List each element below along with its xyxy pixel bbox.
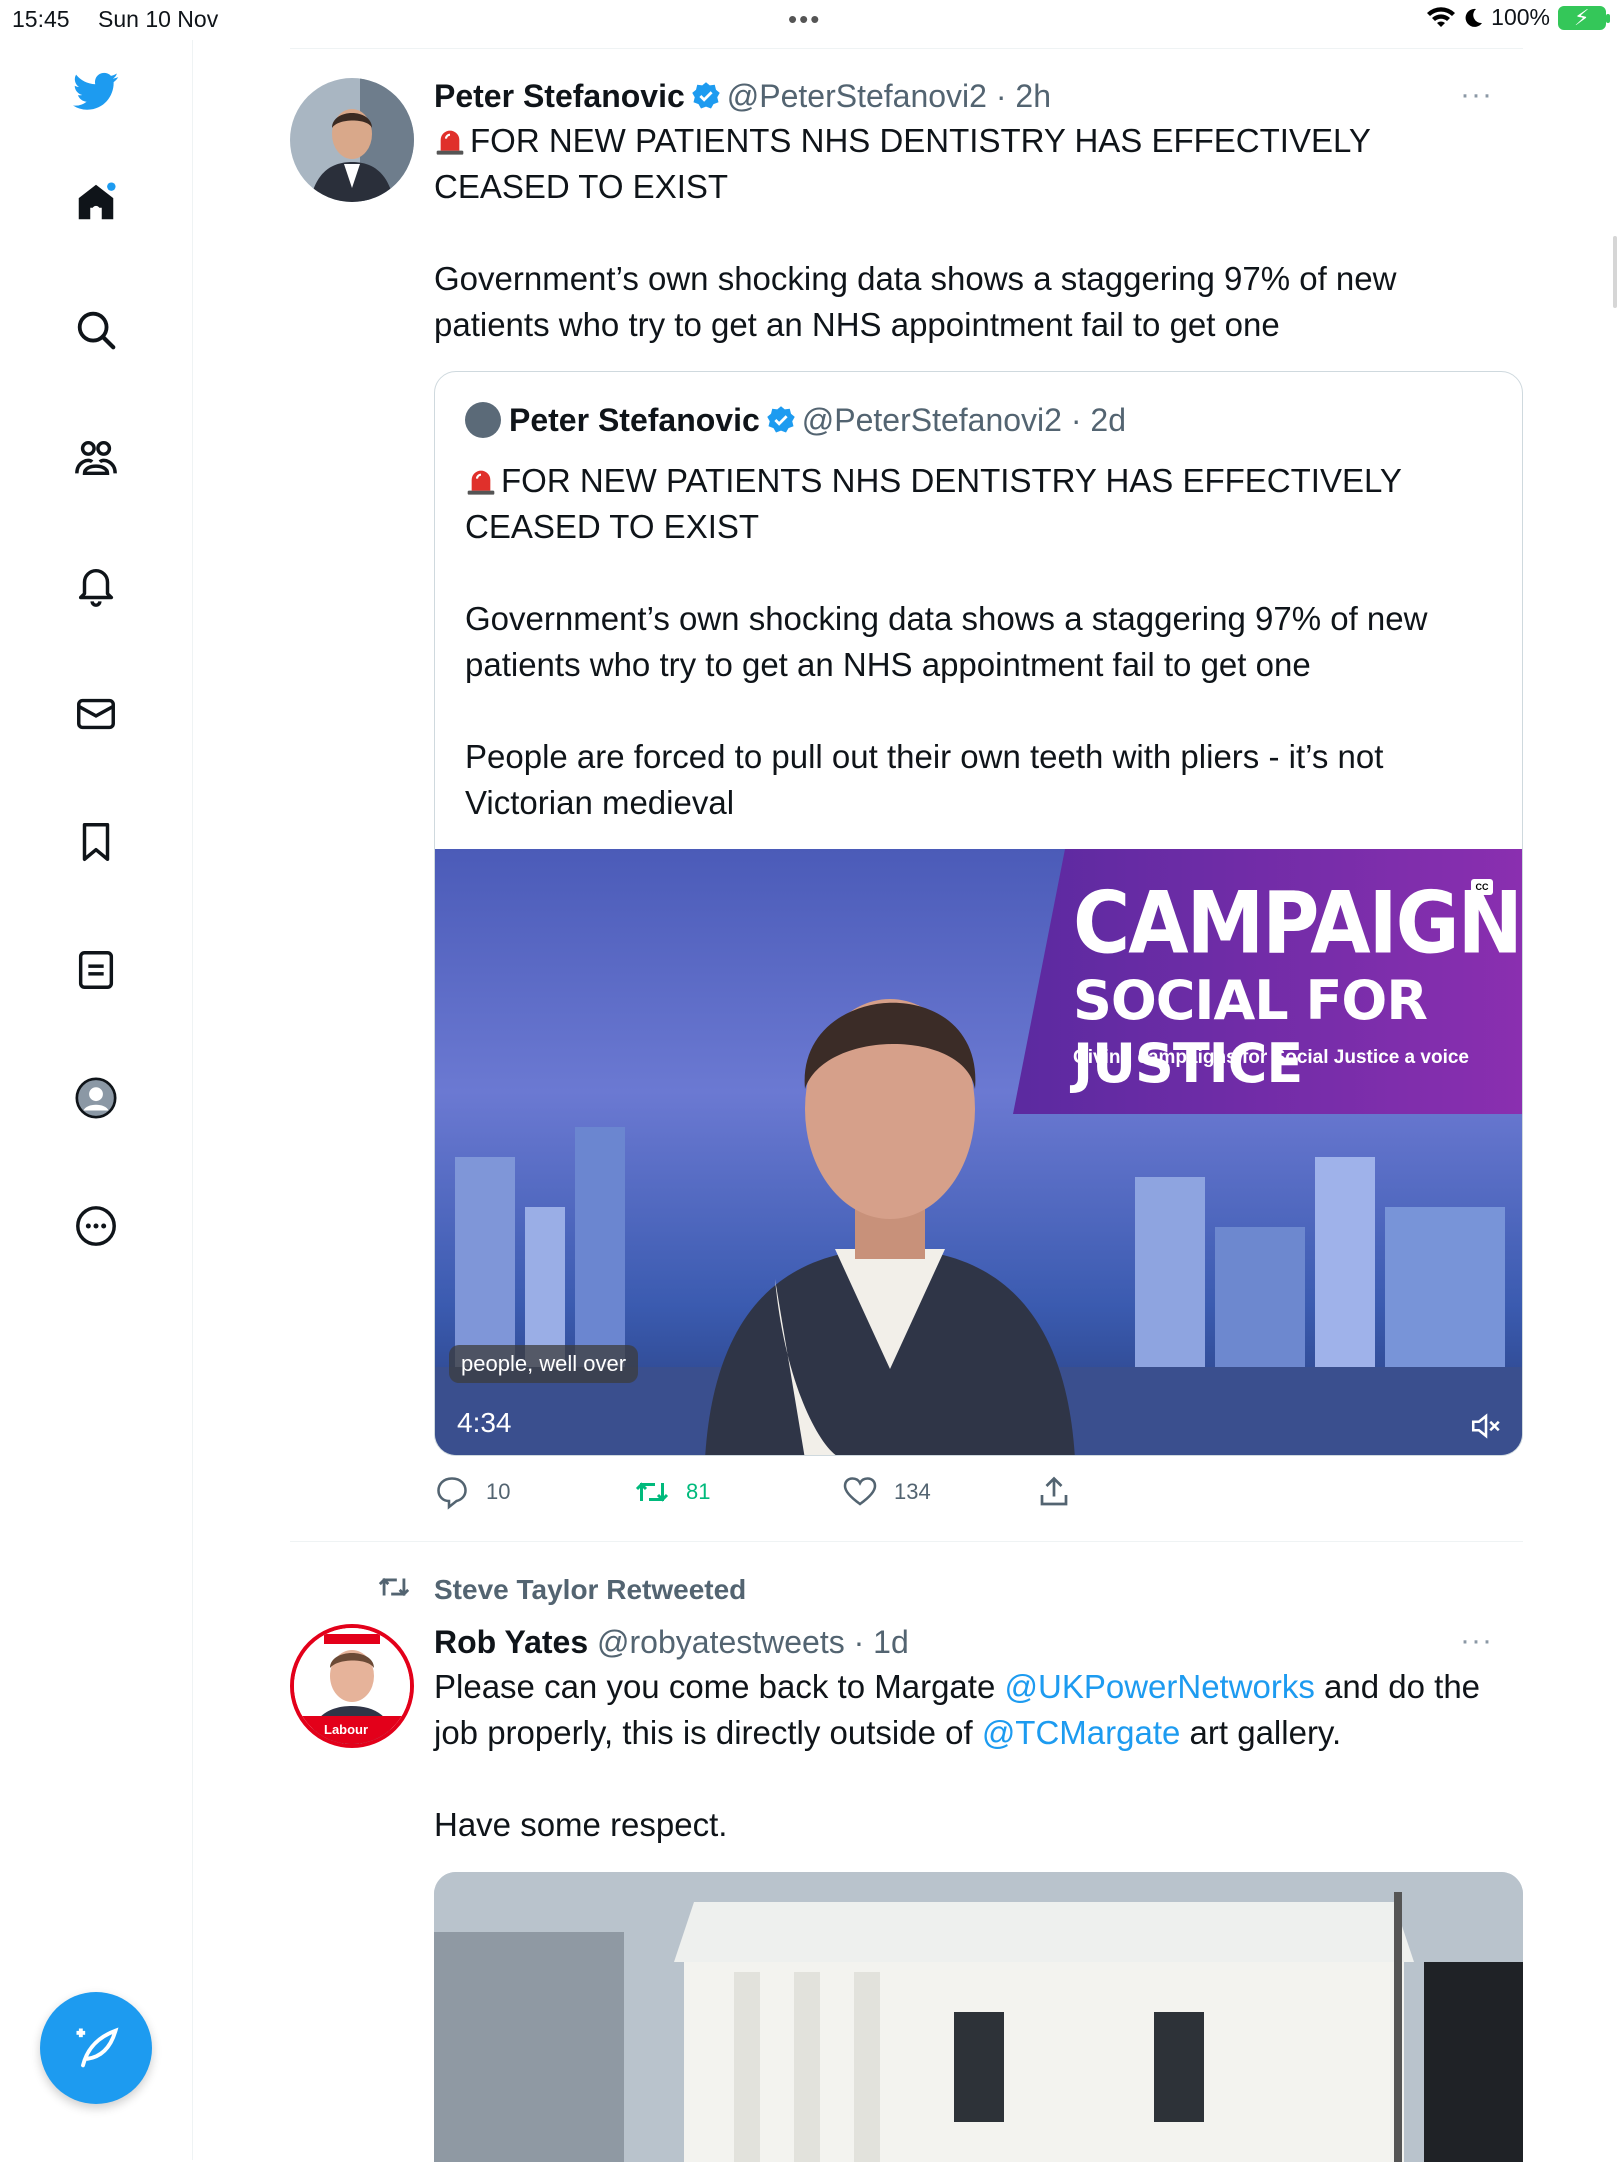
video-player[interactable]: CAMPAIGN SOCIAL FOR JUSTICE Giving campa… [435, 849, 1522, 1455]
messages-envelope-icon[interactable] [70, 688, 122, 740]
status-time: 15:45 [12, 6, 70, 32]
search-icon[interactable] [70, 304, 122, 356]
tweet-text-part-a: Please can you come back to Margate [434, 1668, 1005, 1705]
quote-text-p3: People are forced to pull out their own … [465, 738, 1384, 821]
banner-tagline: Giving campaigns for Social Justice a vo… [1073, 1047, 1469, 1068]
tweet-text: FOR NEW PATIENTS NHS DENTISTRY HAS EFFEC… [434, 118, 1504, 348]
quote-text: FOR NEW PATIENTS NHS DENTISTRY HAS EFFEC… [465, 458, 1495, 872]
reply-icon [437, 1477, 467, 1510]
retweet-button[interactable]: 81 [634, 1474, 710, 1510]
mention-tcmargate[interactable]: @TCMargate [982, 1714, 1181, 1751]
status-date: Sun 10 Nov [98, 6, 219, 32]
author-name[interactable]: Peter Stefanovic [434, 78, 685, 114]
tweet-time[interactable]: · 1d [854, 1624, 909, 1660]
quote-text-p1: FOR NEW PATIENTS NHS DENTISTRY HAS EFFEC… [465, 462, 1402, 545]
moon-icon [1465, 8, 1483, 27]
reply-button[interactable]: 10 [434, 1474, 510, 1510]
share-icon [1040, 1476, 1068, 1506]
quote-text-p2: Government’s own shocking data shows a s… [465, 600, 1428, 683]
battery-percent: 100% [1491, 4, 1550, 30]
retweet-count: 81 [686, 1479, 711, 1504]
tweet-header: Rob Yates @robyatestweets · 1d [434, 1624, 909, 1661]
lists-icon[interactable] [70, 944, 122, 996]
author-handle[interactable]: @PeterStefanovi2 [727, 78, 987, 114]
avatar[interactable]: Labour [290, 1624, 414, 1748]
author-name[interactable]: Rob Yates [434, 1624, 588, 1660]
compose-tweet-button[interactable] [40, 1992, 152, 2104]
avatar[interactable] [290, 78, 414, 202]
quote-author-handle: @PeterStefanovi2 [801, 402, 1062, 438]
tweet-time[interactable]: · 2h [996, 78, 1051, 114]
tweet-text-line2: Government’s own shocking data shows a s… [434, 260, 1397, 343]
tweet-text-line1: FOR NEW PATIENTS NHS DENTISTRY HAS EFFEC… [434, 122, 1371, 205]
siren-emoji-icon [467, 470, 495, 495]
feed-top-divider [290, 48, 1523, 49]
reply-count: 10 [486, 1479, 511, 1504]
wifi-icon [1427, 6, 1456, 27]
quote-avatar[interactable] [465, 402, 501, 438]
status-right: 100% ⚡ [1427, 4, 1610, 31]
tweet-divider [290, 1541, 1523, 1542]
communities-icon[interactable] [70, 432, 122, 484]
profile-avatar-icon[interactable] [70, 1072, 122, 1124]
quote-header: Peter Stefanovic @PeterStefanovi2 · 2d [465, 402, 1126, 439]
like-button[interactable]: 134 [842, 1474, 931, 1510]
share-button[interactable] [1036, 1474, 1072, 1510]
closed-captions-button[interactable]: CC [1471, 879, 1493, 895]
twitter-logo-icon[interactable] [70, 64, 122, 116]
status-bar: 15:45 Sun 10 Nov ••• 100% ⚡ [0, 0, 1620, 40]
like-count: 134 [894, 1479, 931, 1504]
retweeted-icon [378, 1577, 410, 1597]
siren-emoji-icon [436, 130, 464, 155]
compose-feather-icon [76, 2027, 119, 2068]
tweet-image[interactable] [434, 1872, 1523, 2162]
author-handle[interactable]: @robyatestweets [597, 1624, 845, 1660]
quote-time: · 2d [1070, 402, 1126, 438]
banner-subtitle: SOCIAL FOR JUSTICE [1073, 969, 1428, 1095]
verified-badge-icon [692, 82, 720, 109]
quote-author-name: Peter Stefanovic [509, 402, 760, 438]
home-icon[interactable] [70, 176, 122, 228]
notifications-bell-icon[interactable] [70, 560, 122, 612]
tweet-text: Please can you come back to Margate @UKP… [434, 1664, 1504, 1848]
tweet-more-button[interactable]: ··· [1460, 1624, 1493, 1658]
sidebar [0, 40, 193, 2160]
banner-title: CAMPAIGN [1073, 874, 1522, 974]
retweet-icon [635, 1482, 669, 1502]
quoted-tweet[interactable]: Peter Stefanovic @PeterStefanovi2 · 2d FO… [434, 371, 1523, 1456]
video-duration: 4:34 [457, 1407, 512, 1438]
scroll-indicator[interactable] [1613, 236, 1617, 308]
battery-icon: ⚡ [1558, 5, 1610, 30]
building-photo [434, 1872, 1523, 2162]
bookmark-icon[interactable] [70, 816, 122, 868]
more-options-icon[interactable] [70, 1200, 122, 1252]
mute-speaker-icon[interactable] [1469, 1409, 1503, 1443]
verified-badge-icon [767, 406, 795, 433]
video-caption: people, well over [449, 1345, 639, 1383]
svg-text:Labour: Labour [324, 1722, 368, 1737]
tweet-header: Peter Stefanovic @PeterStefanovi2 · 2h [434, 78, 1051, 115]
retweeted-by-label[interactable]: Steve Taylor Retweeted [434, 1574, 746, 1606]
video-speaker-figure [705, 999, 1075, 1455]
tweet-text-part-c: art gallery. [1180, 1714, 1342, 1751]
mention-ukpowernetworks[interactable]: @UKPowerNetworks [1004, 1668, 1314, 1705]
heart-icon [843, 1477, 877, 1506]
tweet-text-part-d: Have some respect. [434, 1806, 728, 1843]
multitasking-dots[interactable]: ••• [788, 4, 821, 35]
tweet-more-button[interactable]: ··· [1460, 78, 1493, 112]
